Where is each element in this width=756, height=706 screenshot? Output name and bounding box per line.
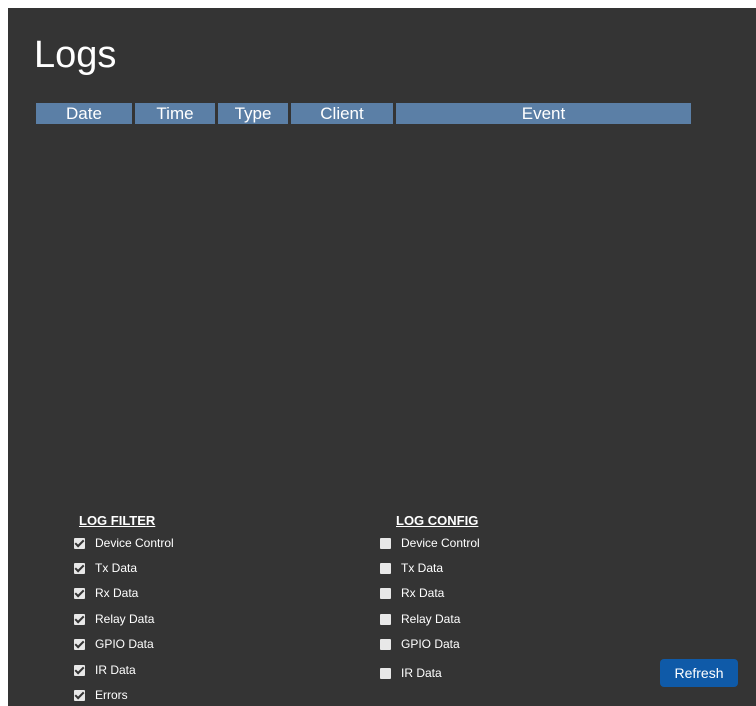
checkbox[interactable] xyxy=(74,537,85,549)
log-config-title: LOG CONFIG xyxy=(396,513,479,528)
config-option-ir-data[interactable]: IR Data xyxy=(380,665,442,681)
option-label: Device Control xyxy=(401,536,480,550)
option-label: IR Data xyxy=(401,666,442,680)
refresh-button[interactable]: Refresh xyxy=(660,659,738,687)
checkbox[interactable] xyxy=(380,613,391,625)
option-label: Tx Data xyxy=(401,561,444,575)
column-header-time[interactable]: Time xyxy=(135,103,215,124)
checkbox[interactable] xyxy=(74,613,85,625)
checkbox[interactable] xyxy=(380,638,391,650)
log-filter-title: LOG FILTER xyxy=(79,513,156,528)
log-table-header: Date Time Type Client Event xyxy=(36,103,691,124)
filter-option-relay-data[interactable]: Relay Data xyxy=(74,611,154,627)
config-option-relay-data[interactable]: Relay Data xyxy=(380,611,460,627)
option-label: Relay Data xyxy=(401,612,461,626)
log-table-body xyxy=(36,126,691,506)
checkbox[interactable] xyxy=(74,664,85,676)
filter-option-ir-data[interactable]: IR Data xyxy=(74,662,136,678)
option-label: Relay Data xyxy=(95,612,155,626)
option-label: Errors xyxy=(95,688,128,702)
checkbox[interactable] xyxy=(74,689,85,701)
option-label: Rx Data xyxy=(95,586,139,600)
filter-option-gpio-data[interactable]: GPIO Data xyxy=(74,636,154,652)
option-label: GPIO Data xyxy=(401,637,460,651)
filter-option-tx-data[interactable]: Tx Data xyxy=(74,560,137,576)
logs-panel: Logs Date Time Type Client Event LOG FIL… xyxy=(8,8,756,706)
config-option-tx-data[interactable]: Tx Data xyxy=(380,560,443,576)
filter-option-device-control[interactable]: Device Control xyxy=(74,535,174,551)
checkbox[interactable] xyxy=(380,667,391,679)
checkbox[interactable] xyxy=(74,587,85,599)
option-label: Device Control xyxy=(95,536,174,550)
page-title: Logs xyxy=(34,34,117,76)
option-label: GPIO Data xyxy=(95,637,154,651)
checkbox[interactable] xyxy=(74,562,85,574)
column-header-date[interactable]: Date xyxy=(36,103,132,124)
option-label: Tx Data xyxy=(95,561,138,575)
column-header-client[interactable]: Client xyxy=(291,103,393,124)
option-label: IR Data xyxy=(95,663,136,677)
option-label: Rx Data xyxy=(401,586,445,600)
checkbox[interactable] xyxy=(380,587,391,599)
checkbox[interactable] xyxy=(380,562,391,574)
column-header-type[interactable]: Type xyxy=(218,103,288,124)
config-option-device-control[interactable]: Device Control xyxy=(380,535,480,551)
config-option-rx-data[interactable]: Rx Data xyxy=(380,585,444,601)
checkbox[interactable] xyxy=(74,638,85,650)
filter-option-errors[interactable]: Errors xyxy=(74,687,128,703)
checkbox[interactable] xyxy=(380,537,391,549)
filter-option-rx-data[interactable]: Rx Data xyxy=(74,585,138,601)
config-option-gpio-data[interactable]: GPIO Data xyxy=(380,636,460,652)
column-header-event[interactable]: Event xyxy=(396,103,691,124)
